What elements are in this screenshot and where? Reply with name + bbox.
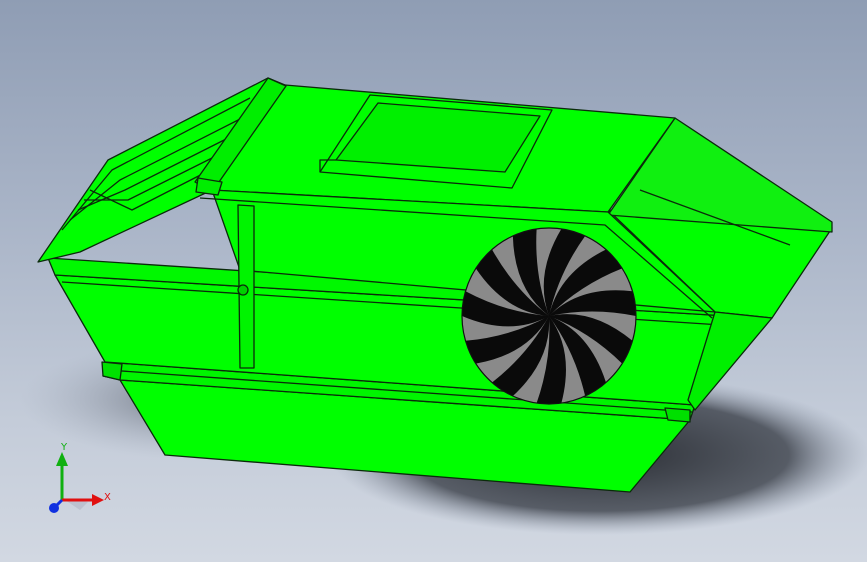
y-axis-label: Y xyxy=(60,442,68,453)
z-axis-tip xyxy=(49,503,59,513)
striped-wheel xyxy=(461,227,637,405)
x-axis-arrow xyxy=(92,494,104,506)
y-axis-arrow xyxy=(56,452,68,466)
cad-viewport[interactable]: Y X xyxy=(0,0,867,562)
axis-triad[interactable]: Y X xyxy=(40,440,120,520)
x-axis-label: X xyxy=(104,492,111,503)
post-hinge xyxy=(237,284,249,296)
model-scene xyxy=(20,77,867,535)
bottom-right-lug xyxy=(664,407,691,423)
